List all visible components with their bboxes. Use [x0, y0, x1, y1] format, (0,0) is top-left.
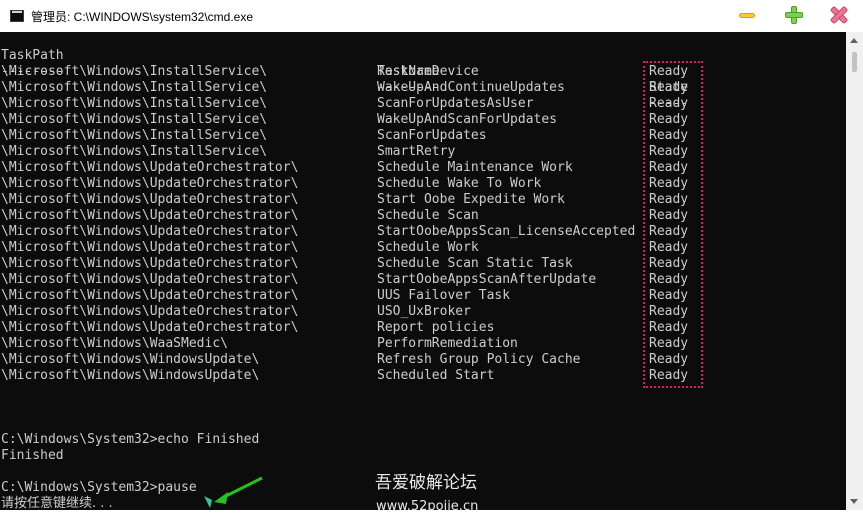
task-path: \Microsoft\Windows\InstallService\ [1, 64, 268, 79]
task-path: \Microsoft\Windows\UpdateOrchestrator\ [1, 192, 299, 207]
scroll-up-icon[interactable] [850, 38, 858, 43]
scroll-thumb[interactable] [852, 52, 857, 72]
task-name: Report policies [377, 320, 495, 335]
pause-command: C:\Windows\System32>pause [1, 480, 197, 495]
task-path: \Microsoft\Windows\UpdateOrchestrator\ [1, 304, 299, 319]
close-button[interactable] [830, 6, 848, 24]
maximize-button[interactable] [785, 6, 803, 24]
task-path: \Microsoft\Windows\UpdateOrchestrator\ [1, 320, 299, 335]
watermark-site-name: 吾爱破解论坛 [375, 473, 477, 493]
task-path: \Microsoft\Windows\UpdateOrchestrator\ [1, 240, 299, 255]
task-path: \Microsoft\Windows\UpdateOrchestrator\ [1, 256, 299, 271]
task-name: Schedule Scan Static Task [377, 256, 573, 271]
task-path: \Microsoft\Windows\UpdateOrchestrator\ [1, 160, 299, 175]
watermark-url: www.52pojie.cn [376, 499, 479, 510]
task-name: StartOobeAppsScanAfterUpdate [377, 272, 597, 287]
echo-output: Finished [1, 448, 64, 463]
scroll-down-icon[interactable] [850, 499, 858, 504]
vertical-scrollbar[interactable] [846, 32, 863, 510]
window-bottom-border [0, 510, 863, 523]
task-name: PerformRemediation [377, 336, 518, 351]
table-separator: -------- -------- ----- [0, 48, 688, 111]
task-name: Scheduled Start [377, 368, 495, 383]
task-path: \Microsoft\Windows\InstallService\ [1, 128, 268, 143]
cmd-window: 管理员: C:\WINDOWS\system32\cmd.exe TaskPat… [0, 0, 863, 523]
console-output[interactable]: TaskPath TaskName State -------- -------… [0, 32, 846, 510]
task-path: \Microsoft\Windows\UpdateOrchestrator\ [1, 224, 299, 239]
task-name: StartOobeAppsScan_LicenseAccepted [377, 224, 636, 239]
cmd-icon [10, 10, 24, 22]
window-title: 管理员: C:\WINDOWS\system32\cmd.exe [31, 10, 254, 24]
task-name: WakeUpAndScanForUpdates [377, 112, 558, 127]
task-path: \Microsoft\Windows\UpdateOrchestrator\ [1, 208, 299, 223]
task-path: \Microsoft\Windows\WaaSMedic\ [1, 336, 228, 351]
task-path: \Microsoft\Windows\InstallService\ [1, 80, 268, 95]
title-bar[interactable]: 管理员: C:\WINDOWS\system32\cmd.exe [0, 0, 863, 32]
task-path: \Microsoft\Windows\InstallService\ [1, 144, 268, 159]
task-path: \Microsoft\Windows\InstallService\ [1, 112, 268, 127]
arrow-icon [204, 476, 263, 508]
task-name: ScanForUpdates [377, 128, 487, 143]
task-path: \Microsoft\Windows\WindowsUpdate\ [1, 368, 260, 383]
task-path: \Microsoft\Windows\UpdateOrchestrator\ [1, 176, 299, 191]
task-name: Start Oobe Expedite Work [377, 192, 565, 207]
task-name: USO_UxBroker [377, 304, 471, 319]
task-name: ScanForUpdatesAsUser [377, 96, 534, 111]
task-name: SmartRetry [377, 144, 456, 159]
echo-command: C:\Windows\System32>echo Finished [1, 432, 260, 447]
table-header: TaskPath TaskName State [0, 32, 688, 95]
task-path: \Microsoft\Windows\UpdateOrchestrator\ [1, 288, 299, 303]
task-name: WakeUpAndContinueUpdates [377, 80, 565, 95]
task-name: Schedule Scan [377, 208, 479, 223]
minimize-button[interactable] [738, 6, 756, 24]
task-path: \Microsoft\Windows\UpdateOrchestrator\ [1, 272, 299, 287]
task-path: \Microsoft\Windows\InstallService\ [1, 96, 268, 111]
task-name: Schedule Maintenance Work [377, 160, 573, 175]
task-name: RestoreDevice [377, 64, 479, 79]
state-highlight-box [643, 61, 703, 388]
task-path: \Microsoft\Windows\WindowsUpdate\ [1, 352, 260, 367]
task-name: Schedule Wake To Work [377, 176, 542, 191]
pause-prompt: 请按任意键继续. . . [1, 496, 113, 510]
task-name: UUS Failover Task [377, 288, 511, 303]
task-name: Refresh Group Policy Cache [377, 352, 581, 367]
task-name: Schedule Work [377, 240, 479, 255]
